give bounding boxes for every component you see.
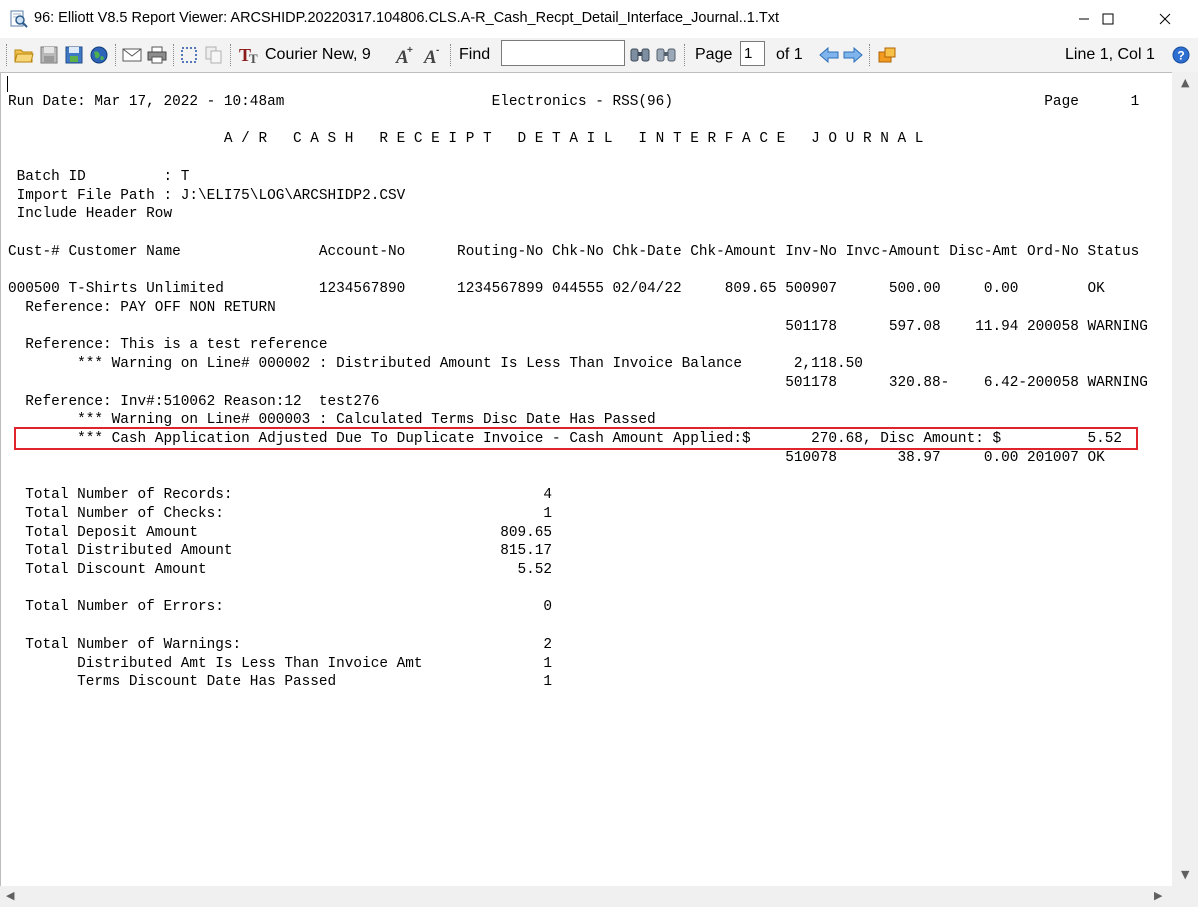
report-line: Terms Discount Date Has Passed 1 bbox=[8, 674, 553, 691]
report-line: Run Date: Mar 17, 2022 - 10:48am Electro… bbox=[8, 94, 1140, 110]
report-line: Reference: PAY OFF NON RETURN bbox=[8, 299, 276, 316]
scroll-down-icon[interactable]: ▼ bbox=[1181, 868, 1189, 881]
copy-button[interactable] bbox=[203, 44, 225, 66]
report-line: 501178 597.08 11.94 200058 WARNING bbox=[8, 318, 1148, 335]
save-button[interactable] bbox=[38, 44, 60, 66]
vertical-scrollbar[interactable]: ▲ ▼ bbox=[1172, 72, 1198, 886]
selection-icon bbox=[181, 47, 197, 63]
font-decrease-icon: A - bbox=[423, 45, 439, 65]
text-cursor bbox=[7, 76, 8, 92]
floppy-disk-icon bbox=[40, 46, 58, 64]
report-line: Reference: Inv#:510062 Reason:12 test276 bbox=[8, 393, 380, 410]
increase-font-button[interactable]: A + bbox=[393, 44, 417, 66]
report-line: A / R C A S H R E C E I P T D E T A I L … bbox=[8, 131, 924, 148]
svg-text:-: - bbox=[436, 45, 439, 56]
toolbar-separator bbox=[869, 44, 871, 66]
font-label[interactable]: Courier New, 9 bbox=[265, 46, 371, 64]
report-line: Include Header Row bbox=[8, 206, 173, 223]
report-line: Distributed Amt Is Less Than Invoice Amt… bbox=[8, 655, 553, 672]
report-line: 501178 320.88- 6.42-200058 WARNING bbox=[8, 374, 1148, 391]
svg-text:A: A bbox=[423, 47, 437, 65]
magnifier-document-icon bbox=[10, 10, 28, 28]
font-button[interactable]: T T bbox=[238, 44, 262, 66]
report-line: *** Warning on Line# 000002 : Distribute… bbox=[8, 356, 863, 373]
globe-icon bbox=[90, 46, 108, 64]
binoculars-icon bbox=[630, 48, 650, 62]
scroll-left-icon[interactable]: ◀ bbox=[6, 889, 14, 902]
toolbar-separator bbox=[450, 44, 452, 66]
export-icon bbox=[878, 47, 896, 63]
report-line: Cust-# Customer Name Account-No Routing-… bbox=[8, 243, 1140, 260]
report-line: *** Cash Application Adjusted Due To Dup… bbox=[8, 430, 1123, 447]
font-increase-icon: A + bbox=[395, 45, 413, 65]
envelope-icon bbox=[122, 48, 142, 62]
scroll-right-icon[interactable]: ▶ bbox=[1154, 889, 1162, 902]
email-button[interactable] bbox=[121, 44, 143, 66]
maximize-icon bbox=[1102, 13, 1114, 25]
svg-text:+: + bbox=[407, 45, 413, 56]
previous-page-button[interactable] bbox=[818, 44, 840, 66]
arrow-right-icon bbox=[843, 47, 863, 63]
horizontal-scrollbar[interactable]: ◀ ▶ bbox=[0, 886, 1172, 907]
report-line: Total Number of Checks: 1 bbox=[8, 505, 553, 522]
page-label: Page bbox=[695, 46, 733, 63]
cursor-position: Line 1, Col 1 bbox=[1065, 46, 1155, 63]
report-line: Total Discount Amount 5.52 bbox=[8, 562, 553, 578]
report-line: Total Deposit Amount 809.65 bbox=[8, 524, 553, 541]
report-line: Total Number of Warnings: 2 bbox=[8, 636, 553, 653]
toolbar-grip bbox=[6, 44, 8, 66]
toolbar-separator bbox=[230, 44, 232, 66]
page-count: of 1 bbox=[776, 46, 803, 63]
font-tt-icon: T T bbox=[239, 45, 258, 65]
find-input[interactable] bbox=[501, 40, 625, 66]
report-line: *** Warning on Line# 000003 : Calculated… bbox=[8, 412, 656, 429]
report-line: 000500 T-Shirts Unlimited 1234567890 123… bbox=[8, 281, 1105, 298]
svg-text:?: ? bbox=[1177, 49, 1184, 63]
window-title: 96: Elliott V8.5 Report Viewer: ARCSHIDP… bbox=[34, 10, 780, 26]
report-line: Import File Path : J:\ELI75\LOG\ARCSHIDP… bbox=[8, 187, 406, 204]
print-button[interactable] bbox=[145, 44, 169, 66]
open-button[interactable] bbox=[13, 44, 35, 66]
report-line: Total Number of Errors: 0 bbox=[8, 599, 553, 616]
close-icon bbox=[1159, 13, 1171, 25]
arrow-left-icon bbox=[819, 47, 839, 63]
printer-icon bbox=[147, 46, 167, 64]
close-button[interactable] bbox=[1142, 0, 1188, 38]
find-previous-button[interactable] bbox=[654, 44, 678, 66]
save-as-icon bbox=[65, 46, 83, 64]
toolbar-separator bbox=[173, 44, 175, 66]
save-as-button[interactable] bbox=[63, 44, 85, 66]
report-line: Reference: This is a test reference bbox=[8, 337, 328, 354]
svg-text:T: T bbox=[249, 51, 258, 65]
report-line: Batch ID : T bbox=[8, 168, 190, 185]
find-label: Find bbox=[459, 46, 491, 63]
next-page-button[interactable] bbox=[842, 44, 864, 66]
page-number-input[interactable] bbox=[740, 41, 765, 66]
report-line: Total Number of Records: 4 bbox=[8, 487, 553, 504]
select-all-button[interactable] bbox=[179, 44, 199, 66]
scrollbar-corner bbox=[1172, 886, 1198, 907]
binoculars-icon bbox=[656, 48, 676, 62]
toolbar-separator bbox=[115, 44, 117, 66]
report-pane[interactable]: Run Date: Mar 17, 2022 - 10:48am Electro… bbox=[0, 72, 1173, 887]
find-next-button[interactable] bbox=[628, 44, 652, 66]
folder-open-icon bbox=[14, 49, 34, 63]
copy-icon bbox=[205, 46, 222, 64]
help-icon: ? bbox=[1172, 46, 1190, 64]
maximize-button[interactable] bbox=[1085, 0, 1131, 38]
title-bar: 96: Elliott V8.5 Report Viewer: ARCSHIDP… bbox=[0, 0, 1198, 38]
report-line: 510078 38.97 0.00 201007 OK bbox=[8, 449, 1105, 466]
decrease-font-button[interactable]: A - bbox=[421, 44, 445, 66]
export-button[interactable] bbox=[875, 44, 899, 66]
toolbar-separator bbox=[684, 44, 686, 66]
report-line: Total Distributed Amount 815.17 bbox=[8, 543, 553, 560]
web-button[interactable] bbox=[88, 44, 110, 66]
help-button[interactable]: ? bbox=[1170, 44, 1192, 66]
scroll-up-icon[interactable]: ▲ bbox=[1181, 76, 1189, 89]
